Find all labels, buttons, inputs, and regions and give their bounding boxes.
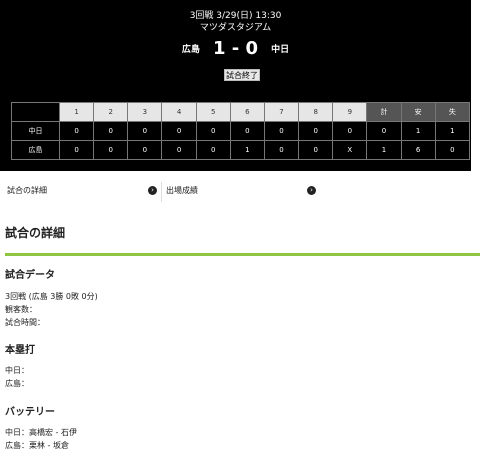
home-runs-chunichi: 中日： xyxy=(5,366,29,375)
inning-score: 0 xyxy=(263,140,300,160)
linescore-table: 1 2 3 4 5 6 7 8 9 計 安 失 中日 0 0 0 0 0 0 0… xyxy=(11,102,471,160)
inning-score: 0 xyxy=(58,140,95,160)
inning-score: 0 xyxy=(127,121,163,141)
linescore-row-hiroshima: 広島 0 0 0 0 0 1 0 0 X 1 6 0 xyxy=(11,140,471,160)
total-hits: 6 xyxy=(400,140,436,160)
total-hits: 1 xyxy=(400,121,436,141)
score-row: 広島 1 - 0 中日 xyxy=(0,38,471,62)
stats-link[interactable]: 出場成績 › xyxy=(166,180,316,202)
linescore-header-row: 1 2 3 4 5 6 7 8 9 計 安 失 xyxy=(11,102,471,122)
game-data-heading: 試合データ xyxy=(5,270,55,281)
inning-score: 0 xyxy=(58,121,95,141)
details-link-label: 試合の詳細 xyxy=(7,186,47,195)
inning-header: 5 xyxy=(195,102,231,122)
inning-header: 2 xyxy=(93,102,129,122)
chevron-right-icon: › xyxy=(307,186,316,195)
game-duration: 試合時間： xyxy=(5,318,45,327)
inning-header: 9 xyxy=(332,102,368,122)
battery-hiroshima: 広島：栗林 - 坂倉 xyxy=(5,441,69,450)
inning-score: 0 xyxy=(263,121,300,141)
score: 1 - 0 xyxy=(212,38,259,59)
linescore-corner xyxy=(11,102,60,122)
inning-score: 0 xyxy=(332,121,368,141)
inning-score: 0 xyxy=(229,121,265,141)
inning-score: 0 xyxy=(195,121,231,141)
attendance: 観客数： xyxy=(5,305,37,314)
total-header: 計 xyxy=(366,102,402,122)
total-runs: 1 xyxy=(366,140,402,160)
inning-header: 7 xyxy=(263,102,300,122)
inning-score: 0 xyxy=(298,121,334,141)
page-links: 試合の詳細 › 出場成績 › xyxy=(0,180,480,202)
inning-score: 1 xyxy=(229,140,265,160)
details-link[interactable]: 試合の詳細 › xyxy=(7,180,157,202)
home-team: 広島 xyxy=(181,45,200,55)
inning-header: 1 xyxy=(58,102,95,122)
inning-header: 3 xyxy=(127,102,163,122)
stadium-name: マツダスタジアム xyxy=(199,23,272,33)
total-errors: 1 xyxy=(434,121,471,141)
errors-header: 失 xyxy=(434,102,471,122)
chevron-right-icon: › xyxy=(148,186,157,195)
home-run-heading: 本塁打 xyxy=(5,345,35,356)
inning-score: 0 xyxy=(298,140,334,160)
stats-link-label: 出場成績 xyxy=(166,186,198,195)
title-underline xyxy=(5,253,480,256)
section-title: 試合の詳細 xyxy=(5,226,66,240)
hits-header: 安 xyxy=(400,102,436,122)
inning-score: 0 xyxy=(127,140,163,160)
battery-chunichi: 中日：高橋宏 - 石伊 xyxy=(5,428,77,437)
inning-score: 0 xyxy=(195,140,231,160)
away-team: 中日 xyxy=(271,45,290,55)
inning-header: 8 xyxy=(298,102,334,122)
inning-score: 0 xyxy=(93,140,129,160)
team-name: 中日 xyxy=(11,121,60,141)
inning-header: 4 xyxy=(161,102,197,122)
inning-header: 6 xyxy=(229,102,265,122)
total-errors: 0 xyxy=(434,140,471,160)
home-runs-hiroshima: 広島： xyxy=(5,379,29,388)
series-record: 3回戦 (広島 3勝 0敗 0分) xyxy=(5,292,98,301)
link-divider xyxy=(161,182,162,202)
linescore-row-chunichi: 中日 0 0 0 0 0 0 0 0 0 0 1 1 xyxy=(11,121,471,141)
team-name: 広島 xyxy=(11,140,60,160)
inning-score: 0 xyxy=(161,140,197,160)
battery-heading: バッテリー xyxy=(5,407,55,418)
inning-score: X xyxy=(332,140,368,160)
total-runs: 0 xyxy=(366,121,402,141)
status-badge: 試合終了 xyxy=(224,69,260,81)
inning-score: 0 xyxy=(161,121,197,141)
inning-score: 0 xyxy=(93,121,129,141)
